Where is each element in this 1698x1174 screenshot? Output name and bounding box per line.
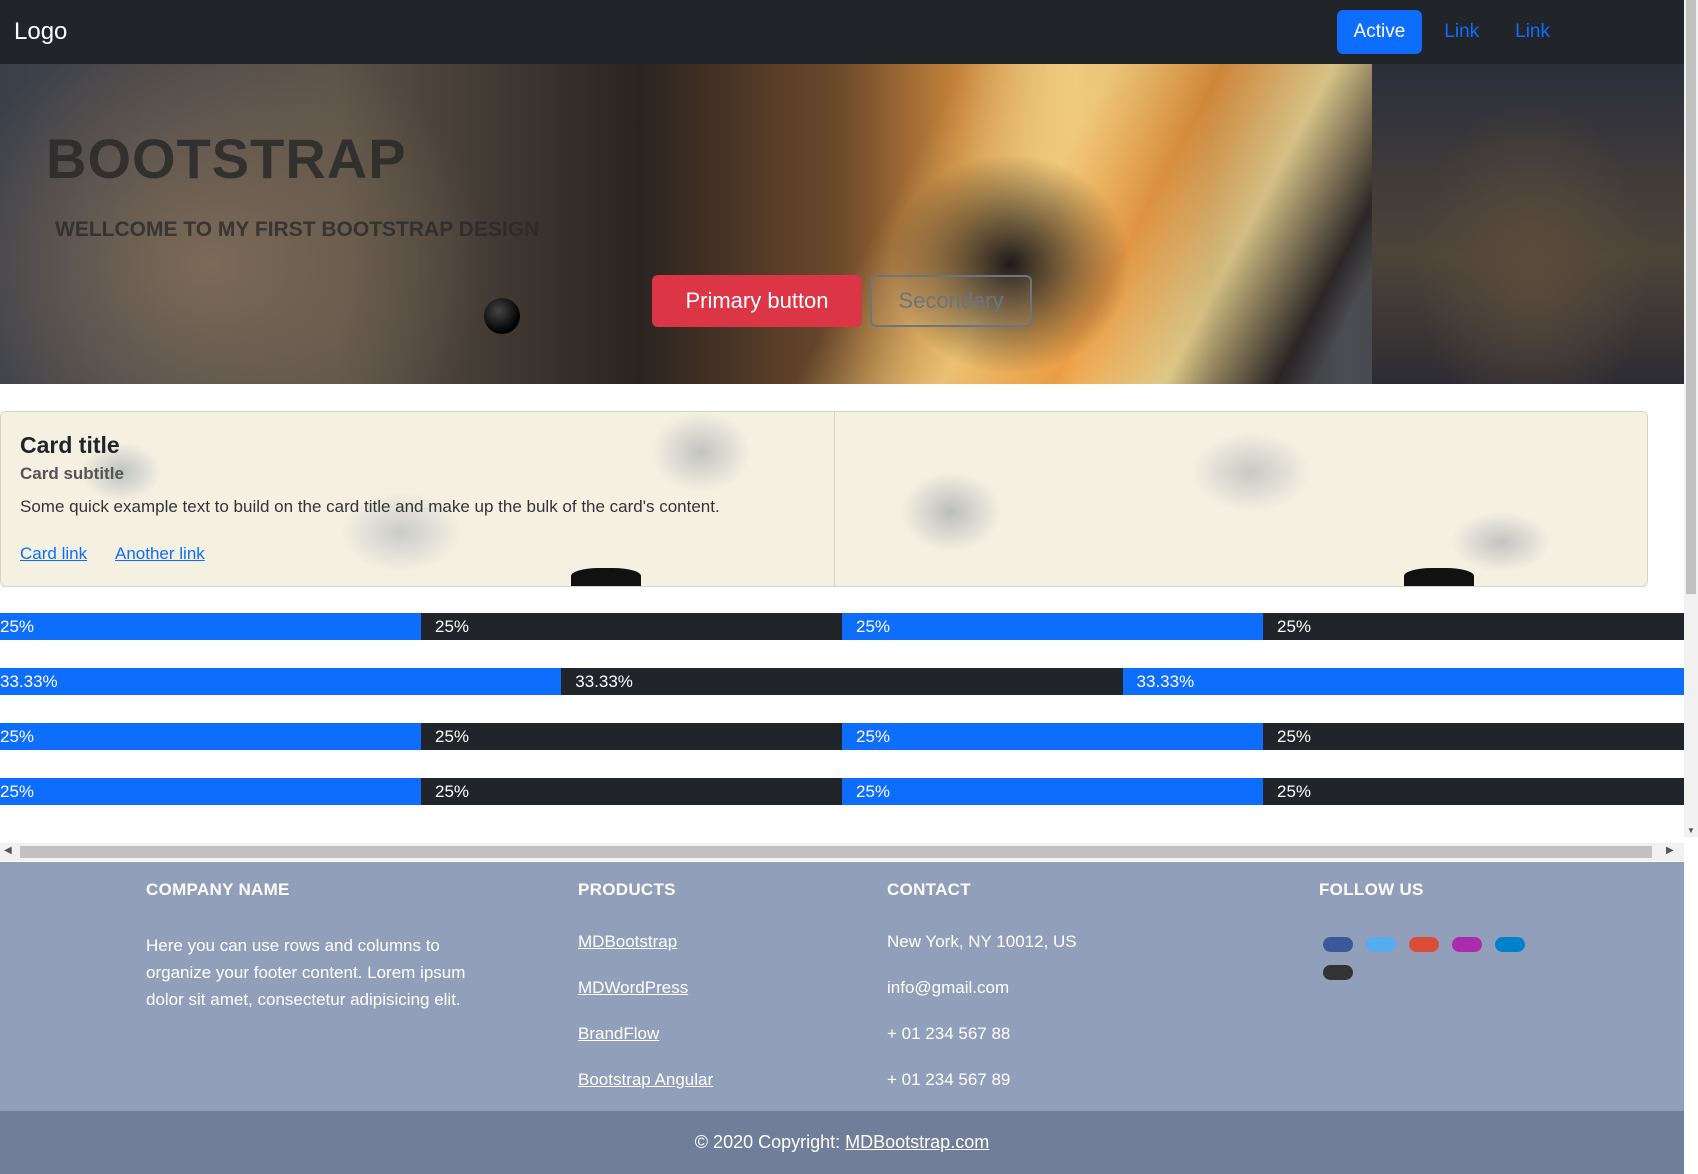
navbar-brand[interactable]: Logo bbox=[14, 18, 67, 46]
navbar-links: Active Link Link bbox=[1336, 10, 1564, 54]
progress-segment: 25% bbox=[1263, 778, 1684, 805]
copyright-link[interactable]: MDBootstrap.com bbox=[845, 1132, 989, 1152]
footer: COMPANY NAME Here you can use rows and c… bbox=[0, 862, 1684, 1111]
primary-button[interactable]: Primary button bbox=[652, 275, 862, 327]
progress-segment: 25% bbox=[421, 613, 842, 640]
progress-segment: 25% bbox=[421, 778, 842, 805]
linkedin-icon[interactable] bbox=[1495, 937, 1525, 952]
company-text: Here you can use rows and columns to org… bbox=[146, 936, 466, 1009]
progress-segment: 25% bbox=[421, 723, 842, 750]
vertical-scrollbar[interactable]: ▼ bbox=[1684, 0, 1698, 837]
scroll-down-arrow-icon[interactable]: ▼ bbox=[1687, 826, 1695, 835]
contact-phone-2: + 01 234 567 89 bbox=[887, 1070, 1011, 1089]
nav-link-2[interactable]: Link bbox=[1501, 10, 1564, 54]
hero-title: BOOTSTRAP bbox=[46, 127, 407, 190]
card-title: Card title bbox=[20, 432, 120, 458]
another-card-link[interactable]: Another link bbox=[115, 544, 205, 564]
contact-phone: + 01 234 567 88 bbox=[887, 1024, 1011, 1043]
products-heading: PRODUCTS bbox=[578, 880, 676, 899]
progress-segment: 25% bbox=[0, 778, 421, 805]
card-link[interactable]: Card link bbox=[20, 544, 87, 564]
twitter-icon[interactable] bbox=[1366, 937, 1396, 952]
horizontal-scrollbar[interactable]: ◀ ▶ bbox=[0, 843, 1684, 861]
scroll-left-arrow-icon[interactable]: ◀ bbox=[4, 845, 12, 856]
card-subtitle: Card subtitle bbox=[20, 464, 124, 483]
copyright-text: © 2020 Copyright: bbox=[694, 1132, 846, 1152]
progress-segment: 25% bbox=[842, 723, 1263, 750]
contact-heading: CONTACT bbox=[887, 880, 971, 899]
hero-subtitle: WELLCOME TO MY FIRST BOOTSTRAP DESIGN bbox=[55, 218, 540, 241]
google-icon[interactable] bbox=[1409, 937, 1439, 952]
progress-segment: 33.33% bbox=[0, 668, 562, 695]
card-image-rock bbox=[1404, 568, 1474, 586]
instagram-icon[interactable] bbox=[1452, 937, 1482, 952]
nav-link-1[interactable]: Link bbox=[1430, 10, 1493, 54]
secondary-button[interactable]: Secondary bbox=[870, 275, 1032, 327]
progress-bar: 25% 25% 25% 25% bbox=[0, 613, 1684, 640]
progress-segment: 33.33% bbox=[1122, 668, 1684, 695]
nav-link-active[interactable]: Active bbox=[1336, 10, 1423, 54]
hero-side-image bbox=[1372, 64, 1684, 384]
follow-heading: FOLLOW US bbox=[1319, 880, 1424, 899]
vertical-scroll-thumb[interactable] bbox=[1686, 0, 1696, 594]
contact-address: New York, NY 10012, US bbox=[887, 932, 1077, 951]
navbar: Logo Active Link Link bbox=[0, 0, 1684, 64]
scroll-right-arrow-icon[interactable]: ▶ bbox=[1666, 845, 1674, 856]
progress-bar: 33.33% 33.33% 33.33% bbox=[0, 668, 1684, 695]
product-link[interactable]: MDWordPress bbox=[578, 978, 688, 998]
product-link[interactable]: Bootstrap Angular bbox=[578, 1070, 713, 1090]
progress-bar: 25% 25% 25% 25% bbox=[0, 723, 1684, 750]
progress-segment: 25% bbox=[0, 613, 421, 640]
progress-segment: 25% bbox=[1263, 613, 1684, 640]
card-image-seam bbox=[834, 412, 835, 586]
progress-segment: 25% bbox=[842, 613, 1263, 640]
card-image-rock bbox=[571, 568, 641, 586]
company-heading: COMPANY NAME bbox=[146, 880, 290, 899]
progress-segment: 25% bbox=[0, 723, 421, 750]
progress-bar: 25% 25% 25% 25% bbox=[0, 778, 1684, 805]
product-link[interactable]: BrandFlow bbox=[578, 1024, 659, 1044]
horizontal-scroll-thumb[interactable] bbox=[20, 846, 1652, 858]
progress-segment: 25% bbox=[1263, 723, 1684, 750]
planet-graphic bbox=[484, 298, 520, 334]
contact-email: info@gmail.com bbox=[887, 978, 1010, 997]
product-link[interactable]: MDBootstrap bbox=[578, 932, 677, 952]
github-icon[interactable] bbox=[1323, 965, 1353, 980]
progress-segment: 25% bbox=[842, 778, 1263, 805]
card-text: Some quick example text to build on the … bbox=[20, 497, 720, 516]
card: Card title Card subtitle Some quick exam… bbox=[0, 411, 1648, 587]
copyright-bar: © 2020 Copyright: MDBootstrap.com bbox=[0, 1111, 1684, 1174]
hero-banner: BOOTSTRAP WELLCOME TO MY FIRST BOOTSTRAP… bbox=[0, 64, 1684, 384]
facebook-icon[interactable] bbox=[1323, 937, 1353, 952]
progress-segment: 33.33% bbox=[561, 668, 1123, 695]
